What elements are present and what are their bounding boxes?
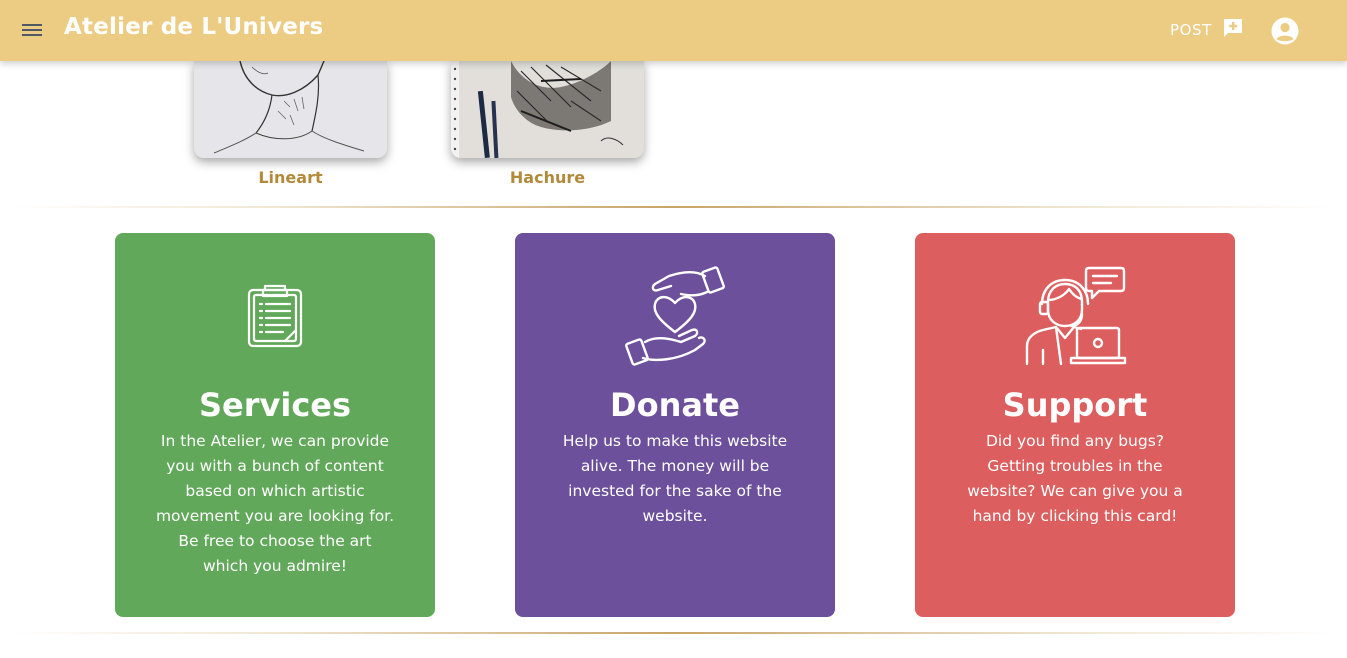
support-card-title: Support <box>1002 386 1148 424</box>
app-bar: Atelier de L'Univers POST <box>0 0 1347 61</box>
donate-card-title: Donate <box>610 386 740 424</box>
lineart-sketch-image[interactable] <box>194 61 387 158</box>
post-button-label: POST <box>1170 21 1212 39</box>
clipboard-icon <box>115 261 435 371</box>
donate-card-text: Help us to make this website alive. The … <box>562 432 788 525</box>
services-card-title: Services <box>198 386 352 424</box>
post-button[interactable]: POST <box>1160 13 1252 47</box>
gallery-caption-hachure[interactable]: Hachure <box>451 168 644 187</box>
support-card-text: Did you find any bugs? Getting troubles … <box>967 432 1183 525</box>
services-card-text: In the Atelier, we can provide you with … <box>155 432 395 575</box>
gallery-caption-lineart[interactable]: Lineart <box>194 168 387 187</box>
section-divider <box>10 206 1337 208</box>
add-comment-icon <box>1222 17 1244 43</box>
hands-heart-icon <box>515 261 835 371</box>
section-divider <box>10 632 1337 634</box>
account-circle-icon[interactable] <box>1270 16 1300 46</box>
support-card[interactable]: Support Did you find any bugs? Getting t… <box>915 233 1235 617</box>
services-card[interactable]: Services In the Atelier, we can provide … <box>115 233 435 617</box>
app-title[interactable]: Atelier de L'Univers <box>64 14 323 40</box>
hachure-sketch-image[interactable] <box>451 61 644 158</box>
donate-card[interactable]: Donate Help us to make this website aliv… <box>515 233 835 617</box>
support-agent-icon <box>915 261 1235 371</box>
menu-icon[interactable] <box>21 19 43 41</box>
